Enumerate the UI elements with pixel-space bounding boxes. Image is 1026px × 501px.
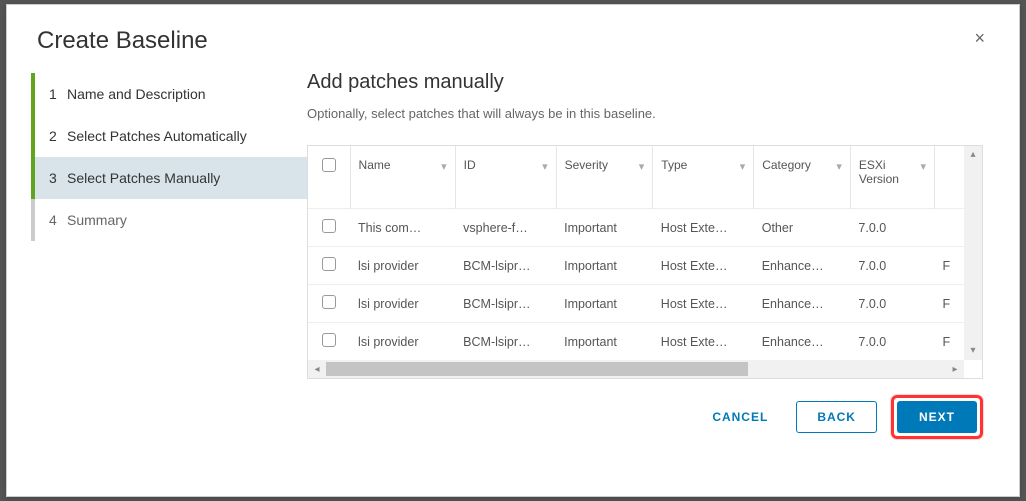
patches-table: Name ▾ ID ▾ Severity ▾ <box>308 146 964 360</box>
cell-severity: Important <box>556 247 653 285</box>
wizard-step-select-auto[interactable]: 2 Select Patches Automatically <box>31 115 307 157</box>
filter-icon[interactable]: ▾ <box>639 160 645 173</box>
modal-header: Create Baseline × <box>7 5 1019 67</box>
table-row[interactable]: lsi provider BCM-lsipr… Important Host E… <box>308 285 964 323</box>
column-label: Severity <box>565 158 608 172</box>
cell-type: Host Exte… <box>653 209 754 247</box>
column-header-severity[interactable]: Severity ▾ <box>556 146 653 209</box>
column-label: ID <box>464 158 476 172</box>
table-row[interactable]: This com… vsphere-f… Important Host Exte… <box>308 209 964 247</box>
table-wrap: Name ▾ ID ▾ Severity ▾ <box>308 146 964 360</box>
cell-name: This com… <box>350 209 455 247</box>
modal-footer: CANCEL BACK NEXT <box>307 379 1011 457</box>
cell-id: vsphere-f… <box>455 209 556 247</box>
cell-id: BCM-lsipr… <box>455 323 556 361</box>
wizard-nav: 1 Name and Description 2 Select Patches … <box>7 67 307 496</box>
scroll-right-icon[interactable]: ▸ <box>946 364 964 375</box>
wizard-step-select-manual[interactable]: 3 Select Patches Manually <box>31 157 307 199</box>
cell-extra: F <box>935 323 964 361</box>
scroll-up-icon[interactable]: ▴ <box>970 146 975 164</box>
cell-id: BCM-lsipr… <box>455 285 556 323</box>
wizard-step-number: 4 <box>49 212 67 228</box>
wizard-step-number: 3 <box>49 170 67 186</box>
cell-extra <box>935 209 964 247</box>
scroll-thumb[interactable] <box>326 362 748 376</box>
wizard-step-summary[interactable]: 4 Summary <box>31 199 307 241</box>
filter-icon[interactable]: ▾ <box>542 160 548 173</box>
column-header-type[interactable]: Type ▾ <box>653 146 754 209</box>
column-label: Type <box>661 158 687 172</box>
back-button[interactable]: BACK <box>796 401 877 433</box>
wizard-step-label: Select Patches Automatically <box>67 128 247 144</box>
wizard-step-number: 2 <box>49 128 67 144</box>
column-label: ESXi Version <box>859 158 899 186</box>
table-header-row: Name ▾ ID ▾ Severity ▾ <box>308 146 964 209</box>
cell-category: Enhance… <box>754 247 851 285</box>
cell-type: Host Exte… <box>653 285 754 323</box>
cell-id: BCM-lsipr… <box>455 247 556 285</box>
horizontal-scrollbar[interactable]: ◂ ▸ <box>308 360 964 378</box>
cell-category: Enhance… <box>754 285 851 323</box>
patches-table-container: Name ▾ ID ▾ Severity ▾ <box>307 145 983 379</box>
column-header-id[interactable]: ID ▾ <box>455 146 556 209</box>
cell-esxi-version: 7.0.0 <box>850 285 934 323</box>
row-checkbox[interactable] <box>322 257 336 271</box>
wizard-step-number: 1 <box>49 86 67 102</box>
wizard-step-label: Select Patches Manually <box>67 170 220 186</box>
row-checkbox[interactable] <box>322 219 336 233</box>
table-row[interactable]: lsi provider BCM-lsipr… Important Host E… <box>308 247 964 285</box>
column-header-name[interactable]: Name ▾ <box>350 146 455 209</box>
cell-severity: Important <box>556 285 653 323</box>
content-pane: Add patches manually Optionally, select … <box>307 67 1019 496</box>
column-header-extra <box>935 146 964 209</box>
scroll-down-icon[interactable]: ▾ <box>970 342 975 360</box>
cell-severity: Important <box>556 323 653 361</box>
cell-name: lsi provider <box>350 247 455 285</box>
select-all-header <box>308 146 350 209</box>
filter-icon[interactable]: ▾ <box>441 160 447 173</box>
cell-category: Enhance… <box>754 323 851 361</box>
scroll-track[interactable] <box>326 360 946 378</box>
wizard-step-label: Name and Description <box>67 86 206 102</box>
cell-type: Host Exte… <box>653 323 754 361</box>
cell-esxi-version: 7.0.0 <box>850 209 934 247</box>
section-subtitle: Optionally, select patches that will alw… <box>307 106 983 121</box>
filter-icon[interactable]: ▾ <box>740 160 746 173</box>
cell-esxi-version: 7.0.0 <box>850 247 934 285</box>
modal-body: 1 Name and Description 2 Select Patches … <box>7 67 1019 496</box>
section-title: Add patches manually <box>307 71 983 94</box>
column-label: Name <box>359 158 391 172</box>
column-header-esxi-version[interactable]: ESXi Version ▾ <box>850 146 934 209</box>
select-all-checkbox[interactable] <box>322 158 336 172</box>
next-button-highlight: NEXT <box>891 395 983 439</box>
cell-esxi-version: 7.0.0 <box>850 323 934 361</box>
cell-category: Other <box>754 209 851 247</box>
scroll-left-icon[interactable]: ◂ <box>308 364 326 375</box>
wizard-step-name-description[interactable]: 1 Name and Description <box>31 73 307 115</box>
filter-icon[interactable]: ▾ <box>920 160 926 173</box>
table-row[interactable]: lsi provider BCM-lsipr… Important Host E… <box>308 323 964 361</box>
cell-name: lsi provider <box>350 323 455 361</box>
row-checkbox[interactable] <box>322 295 336 309</box>
column-label: Category <box>762 158 811 172</box>
modal-title: Create Baseline <box>37 27 208 55</box>
next-button[interactable]: NEXT <box>897 401 977 433</box>
close-icon[interactable]: × <box>970 27 989 49</box>
cell-severity: Important <box>556 209 653 247</box>
filter-icon[interactable]: ▾ <box>836 160 842 173</box>
create-baseline-modal: Create Baseline × 1 Name and Description… <box>6 4 1020 497</box>
column-header-category[interactable]: Category ▾ <box>754 146 851 209</box>
cancel-button[interactable]: CANCEL <box>698 402 782 432</box>
cell-extra: F <box>935 285 964 323</box>
vertical-scrollbar[interactable]: ▴ ▾ <box>964 146 982 360</box>
cell-name: lsi provider <box>350 285 455 323</box>
cell-type: Host Exte… <box>653 247 754 285</box>
wizard-step-label: Summary <box>67 212 127 228</box>
cell-extra: F <box>935 247 964 285</box>
row-checkbox[interactable] <box>322 333 336 347</box>
content-inner: Add patches manually Optionally, select … <box>307 67 1011 379</box>
